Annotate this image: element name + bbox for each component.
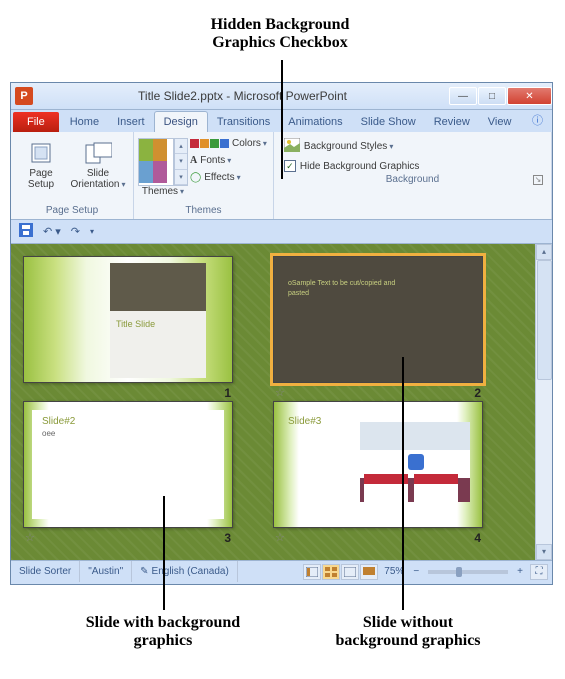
save-icon (19, 223, 33, 237)
slide-number: 2 (474, 386, 481, 400)
slide-4-title: Slide#3 (288, 416, 321, 427)
themes-gallery-icon (138, 138, 174, 186)
window-title: Title Slide2.pptx - Microsoft PowerPoint (37, 89, 448, 103)
animation-star-icon: ☆ (275, 531, 285, 544)
maximize-button[interactable]: □ (478, 87, 506, 105)
tab-slideshow[interactable]: Slide Show (352, 112, 425, 132)
annotation-line-br (402, 357, 404, 610)
slide-thumbnail-2[interactable]: oSample Text to be cut/copied andpasted … (273, 256, 483, 383)
slide-4-image (360, 422, 470, 502)
slide-3-body: oee (42, 429, 214, 438)
tab-design[interactable]: Design (154, 111, 208, 132)
zoom-slider[interactable] (428, 570, 508, 574)
scrollbar-thumb[interactable] (537, 260, 552, 380)
statusbar: Slide Sorter "Austin" ✎ English (Canada)… (11, 560, 552, 582)
page-setup-label: PageSetup (28, 168, 54, 190)
status-theme: "Austin" (80, 561, 132, 582)
effects-button[interactable]: ◯ Effects (190, 169, 267, 185)
slide-3-title: Slide#2 (42, 416, 214, 427)
zoom-out-button[interactable]: − (410, 566, 422, 577)
quick-access-toolbar: ↶ ▾ ↷ ▾ (11, 220, 552, 244)
redo-button[interactable]: ↷ (69, 223, 82, 240)
picture-placeholder-icon (408, 454, 424, 470)
slide-orientation-button[interactable]: SlideOrientation (69, 135, 127, 190)
annotation-line-bl (163, 496, 165, 610)
annotation-bottom-left: Slide with backgroundgraphics (43, 614, 283, 650)
fit-to-window-button[interactable]: ⛶ (530, 564, 548, 580)
qat-customize-icon[interactable]: ▾ (88, 225, 96, 238)
slide-number: 3 (224, 531, 231, 545)
tab-transitions[interactable]: Transitions (208, 112, 279, 132)
tab-home[interactable]: Home (61, 112, 108, 132)
colors-button[interactable]: Colors (190, 135, 267, 151)
background-styles-icon (284, 138, 300, 155)
group-background: Background Styles ✓ Hide Background Grap… (274, 132, 552, 219)
app-icon: P (15, 87, 33, 105)
themes-more-icon[interactable]: ▴▾▾ (174, 138, 188, 186)
annotation-top: Hidden BackgroundGraphics Checkbox (150, 16, 410, 52)
vertical-scrollbar[interactable]: ▴ ▾ (535, 244, 552, 560)
animation-star-icon: ☆ (25, 531, 35, 544)
tab-animations[interactable]: Animations (279, 112, 351, 132)
slide-thumbnail-4[interactable]: Slide#3 ☆ 4 (273, 401, 483, 528)
animation-star-icon: ☆ (275, 386, 285, 399)
fonts-icon: A (190, 155, 197, 166)
save-button[interactable] (17, 221, 35, 242)
ribbon-help-icon[interactable]: ⓘ (523, 108, 552, 132)
checkbox-icon: ✓ (284, 160, 296, 172)
effects-icon: ◯ (190, 172, 201, 183)
group-page-setup: PageSetup SlideOrientation Page Setup (11, 132, 134, 219)
background-styles-button[interactable]: Background Styles (284, 138, 545, 155)
window-controls: — □ ✕ (448, 87, 552, 105)
orientation-label: SlideOrientation (71, 168, 126, 190)
scroll-down-button[interactable]: ▾ (536, 544, 552, 560)
page-setup-button[interactable]: PageSetup (17, 135, 65, 190)
slide-sorter-area: Title Slide 1 oSample Text to be cut/cop… (11, 244, 552, 560)
group-label-page-setup: Page Setup (17, 203, 127, 218)
tab-file[interactable]: File (13, 112, 59, 132)
normal-view-button[interactable] (303, 564, 321, 580)
reading-view-button[interactable] (341, 564, 359, 580)
group-label-themes: Themes (140, 203, 267, 218)
slide-2-text: oSample Text to be cut/copied andpasted (288, 279, 395, 299)
dialog-launcher-icon[interactable]: ↘ (533, 175, 543, 185)
spellcheck-icon: ✎ (140, 566, 148, 577)
zoom-in-button[interactable]: + (514, 566, 526, 577)
slide-number: 4 (474, 531, 481, 545)
hide-background-graphics-checkbox[interactable]: ✓ Hide Background Graphics (284, 160, 545, 172)
group-themes: ▴▾▾ Themes Colors A Fonts ◯ Effec (134, 132, 274, 219)
sorter-view-button[interactable] (322, 564, 340, 580)
slideshow-view-button[interactable] (360, 564, 378, 580)
slide-thumbnail-1[interactable]: Title Slide 1 (23, 256, 233, 383)
undo-button[interactable]: ↶ ▾ (41, 223, 63, 240)
tab-review[interactable]: Review (425, 112, 479, 132)
close-button[interactable]: ✕ (507, 87, 552, 105)
status-language[interactable]: ✎ English (Canada) (132, 561, 238, 582)
tab-view[interactable]: View (479, 112, 521, 132)
colors-icon (190, 139, 229, 148)
themes-label: Themes (142, 186, 184, 197)
annotation-line-top (281, 60, 283, 179)
fonts-button[interactable]: A Fonts (190, 152, 267, 168)
slide-number: 1 (224, 386, 231, 400)
themes-button[interactable]: ▴▾▾ Themes (140, 135, 186, 197)
minimize-button[interactable]: — (449, 87, 477, 105)
slide-1-title: Title Slide (116, 319, 155, 329)
group-label-background: Background ↘ (280, 172, 545, 187)
tab-insert[interactable]: Insert (108, 112, 154, 132)
slide-thumbnail-3[interactable]: Slide#2 oee ☆ 3 (23, 401, 233, 528)
page-setup-icon (29, 138, 53, 168)
status-view-mode: Slide Sorter (11, 561, 80, 582)
annotation-bottom-right: Slide withoutbackground graphics (308, 614, 508, 650)
scroll-up-button[interactable]: ▴ (536, 244, 552, 260)
orientation-icon (84, 138, 112, 168)
